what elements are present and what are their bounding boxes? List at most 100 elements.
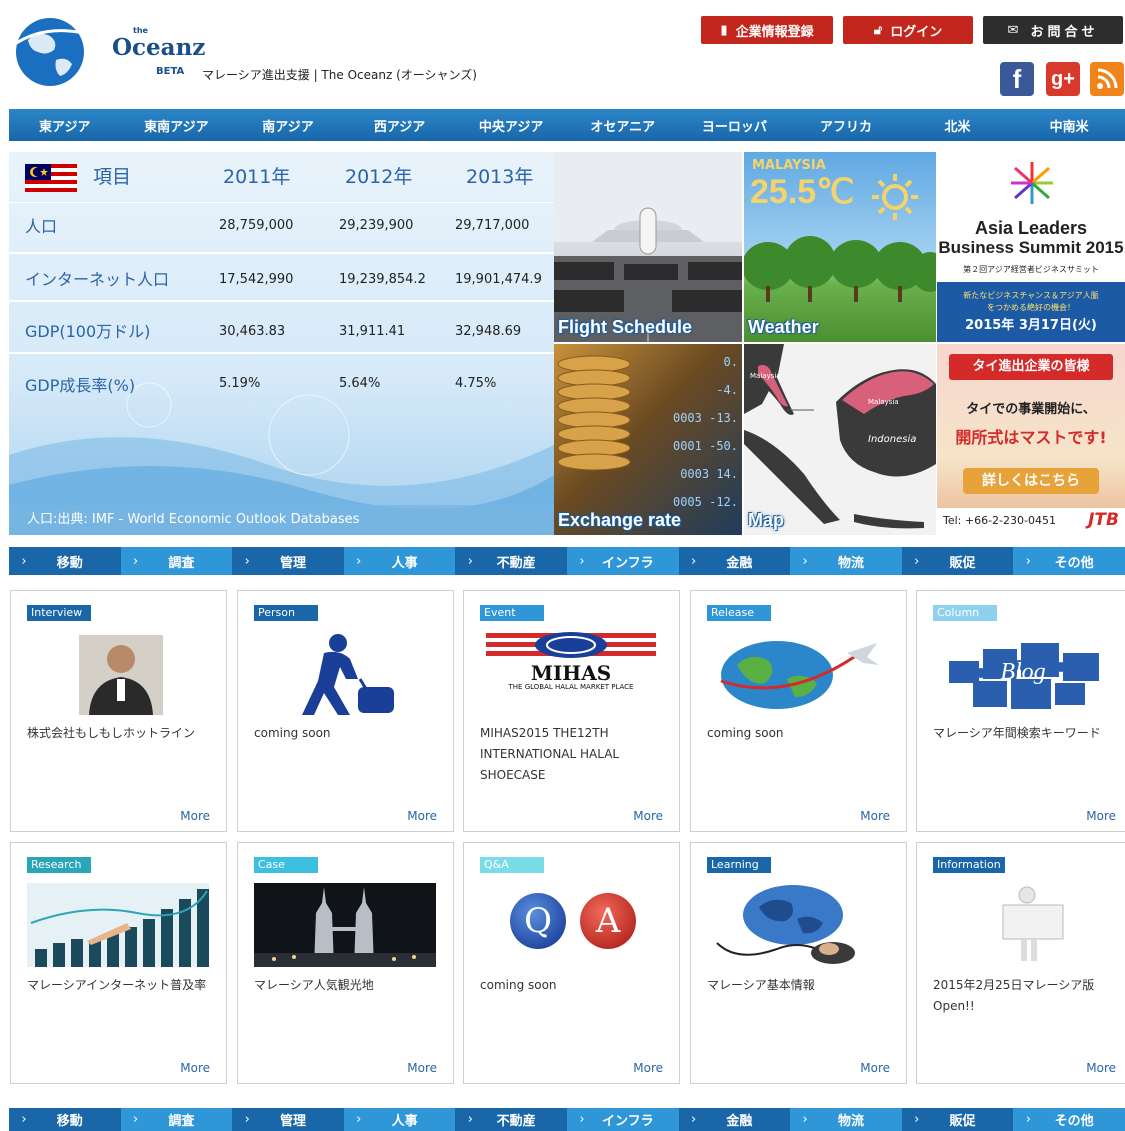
category-tab[interactable]: › 販促: [901, 1108, 1014, 1131]
weather-tile[interactable]: MALAYSIA 25.5℃ Weather: [744, 152, 936, 342]
region-tab[interactable]: 東南アジア: [121, 109, 233, 141]
document-icon: ▮: [720, 22, 728, 38]
chevron-right-icon: ›: [21, 553, 27, 569]
category-tab[interactable]: › 販促: [901, 547, 1014, 575]
stats-value: 5.19%: [219, 376, 261, 391]
sun-icon: [872, 174, 918, 220]
more-link[interactable]: More: [407, 809, 437, 823]
puzzle-blog-icon: Blog: [949, 643, 1099, 709]
more-link[interactable]: More: [180, 1061, 210, 1075]
region-tab[interactable]: アフリカ: [790, 109, 902, 141]
mihas-subtitle: THE GLOBAL HALAL MARKET PLACE: [508, 683, 634, 691]
category-tab[interactable]: › 管理: [232, 547, 344, 575]
more-link[interactable]: More: [1086, 809, 1116, 823]
region-tab[interactable]: ヨーロッパ: [679, 109, 791, 141]
content-card-learning[interactable]: Learning マレーシア基本情報 More: [690, 842, 907, 1084]
jtb-thailand-banner[interactable]: タイ進出企業の皆様 タイでの事業開始に、 開所式はマストです! 詳しくはこちら …: [937, 344, 1125, 535]
content-card-qa[interactable]: Q&A Q A coming soon More: [463, 842, 680, 1084]
category-tab[interactable]: › インフラ: [566, 1108, 679, 1131]
category-tab[interactable]: › 人事: [343, 547, 456, 575]
card-tag: Q&A: [480, 857, 544, 873]
more-link[interactable]: More: [860, 1061, 890, 1075]
content-card-person[interactable]: Person coming soon More: [237, 590, 454, 832]
asia-leaders-summit-banner[interactable]: Asia Leaders Business Summit 2015 第２回アジア…: [937, 152, 1125, 342]
puzzle-word: Blog: [1000, 659, 1045, 685]
summit-catch-2: をつかめる絶好の機会！: [987, 303, 1075, 312]
site-tagline: マレーシア進出支援 | The Oceanz (オーシャンズ): [202, 68, 477, 82]
map-label: Malaysia: [750, 372, 781, 380]
more-link[interactable]: More: [860, 809, 890, 823]
more-link[interactable]: More: [633, 809, 663, 823]
google-plus-icon[interactable]: g+: [1046, 62, 1080, 96]
jtb-details-button[interactable]: 詳しくはこちら: [963, 468, 1099, 494]
content-card-interview[interactable]: Interview 株式会社もしもしホットライン More: [10, 590, 227, 832]
stats-row: インターネット人口 17,542,990 19,239,854.2 19,901…: [9, 252, 554, 302]
exchange-rate-caption: Exchange rate: [558, 510, 682, 530]
category-nav-top: › 移動 › 調査 › 管理 › 人事 › 不動産 › インフラ › 金融 › 物流 › 販促 ›…: [9, 547, 1125, 575]
rss-icon[interactable]: [1090, 62, 1124, 96]
category-tab[interactable]: › 調査: [120, 547, 233, 575]
region-tab[interactable]: 東アジア: [9, 109, 121, 141]
login-button[interactable]: 🔓︎ ログイン: [843, 16, 973, 44]
card-text: coming soon: [254, 726, 331, 740]
content-card-release[interactable]: Release coming soon More: [690, 590, 907, 832]
category-tab[interactable]: › 管理: [232, 1108, 344, 1131]
stats-value: 17,542,990: [219, 272, 294, 287]
map-label: Malaysia: [868, 398, 899, 406]
map-tile[interactable]: Malaysia Malaysia Indonesia Map: [744, 344, 936, 535]
category-tab[interactable]: › その他: [1013, 547, 1125, 575]
stats-header-row: 項目 2011年 2012年 2013年: [9, 152, 554, 202]
company-register-button[interactable]: ▮ 企業情報登録: [701, 16, 833, 44]
flight-schedule-tile[interactable]: Flight Schedule: [554, 152, 742, 342]
more-link[interactable]: More: [1086, 1061, 1116, 1075]
summit-title-2: Business Summit 2015: [938, 238, 1124, 257]
more-link[interactable]: More: [407, 1061, 437, 1075]
card-tag: Learning: [707, 857, 771, 873]
exchange-rate-tile[interactable]: 0. -4. 0003 -13. 0001 -50. 0003 14. 0005…: [554, 344, 742, 535]
category-tab[interactable]: › 金融: [678, 1108, 791, 1131]
category-tab[interactable]: › 金融: [678, 547, 791, 575]
more-link[interactable]: More: [180, 809, 210, 823]
region-tab[interactable]: 西アジア: [344, 109, 456, 141]
content-card-information[interactable]: Information 2015年2月25日マレーシア版Open!! More: [916, 842, 1125, 1084]
content-card-event[interactable]: Event MIHAS THE GLOBAL HALAL MARKET PLAC…: [463, 590, 680, 832]
region-tab[interactable]: オセアニア: [567, 109, 679, 141]
category-tab[interactable]: › 人事: [343, 1108, 456, 1131]
category-tab[interactable]: › 物流: [790, 1108, 902, 1131]
card-tag: Person: [254, 605, 318, 621]
region-tab[interactable]: 南アジア: [232, 109, 344, 141]
more-link[interactable]: More: [633, 1061, 663, 1075]
category-tab[interactable]: › インフラ: [566, 547, 679, 575]
card-text: マレーシア人気観光地: [254, 978, 374, 992]
category-tab[interactable]: › 不動産: [455, 1108, 567, 1131]
chevron-right-icon: ›: [356, 1112, 362, 1127]
card-text: マレーシア基本情報: [707, 978, 815, 992]
region-tab[interactable]: 北米: [902, 109, 1014, 141]
logo-wordmark[interactable]: Oceanz: [112, 34, 205, 61]
content-card-column[interactable]: Column Blog マレーシア年間検索キーワード More: [916, 590, 1125, 832]
chevron-right-icon: ›: [914, 553, 920, 569]
category-tab[interactable]: › 物流: [790, 547, 902, 575]
facebook-icon[interactable]: f: [1000, 62, 1034, 96]
globe-logo-icon[interactable]: [8, 10, 104, 90]
chevron-right-icon: ›: [1025, 1112, 1031, 1127]
category-tab[interactable]: › 移動: [9, 547, 121, 575]
category-tab[interactable]: › 移動: [9, 1108, 121, 1131]
weather-caption: Weather: [748, 317, 819, 337]
mihas-title: MIHAS: [530, 661, 612, 685]
card-tag: Event: [480, 605, 544, 621]
category-tab[interactable]: › 不動産: [455, 547, 567, 575]
chevron-right-icon: ›: [244, 1112, 250, 1127]
map-caption: Map: [748, 510, 784, 530]
content-card-case[interactable]: Case マレーシア人気観光地 More: [237, 842, 454, 1084]
contact-button[interactable]: ✉ お問合せ: [983, 16, 1123, 44]
category-tab[interactable]: › 調査: [120, 1108, 233, 1131]
jtb-footer: Tel: +66-2-230-0451 JTB: [937, 508, 1125, 535]
card-text: coming soon: [707, 726, 784, 740]
weather-country: MALAYSIA: [752, 158, 826, 173]
category-tab[interactable]: › その他: [1013, 1108, 1125, 1131]
region-tab[interactable]: 中央アジア: [455, 109, 567, 141]
region-tab[interactable]: 中南米: [1013, 109, 1125, 141]
content-card-research[interactable]: Research マレーシアインターネット普及率 More: [10, 842, 227, 1084]
chevron-right-icon: ›: [467, 1112, 473, 1127]
